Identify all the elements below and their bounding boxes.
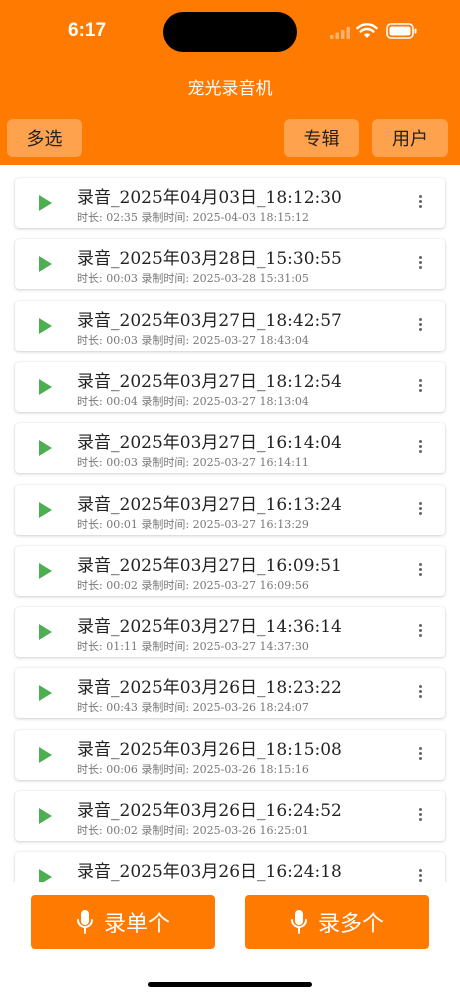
recording-title: 录音_2025年03月26日_18:23:22 <box>77 678 342 699</box>
album-button[interactable]: 专辑 <box>284 119 359 157</box>
recording-title: 录音_2025年03月26日_16:24:52 <box>77 801 342 821</box>
recording-title: 录音_2025年03月28日_15:30:55 <box>77 249 342 270</box>
dynamic-island <box>163 12 297 52</box>
recording-item[interactable]: 录音_2025年03月27日_18:12:54 时长: 00:04 录制时间: 2… <box>15 361 445 412</box>
play-icon[interactable] <box>39 808 52 824</box>
home-indicator <box>148 982 312 987</box>
play-icon[interactable] <box>39 685 52 702</box>
recording-item[interactable]: 录音_2025年03月26日_16:24:52 时长: 00:02 录制时间: 2… <box>15 791 445 841</box>
recording-title: 录音_2025年03月27日_14:36:14 <box>77 617 342 638</box>
more-vertical-icon[interactable] <box>415 745 425 765</box>
app-header: 6:17 宠光录音机 多选 专辑 用户 <box>0 0 460 165</box>
battery-icon <box>386 23 417 39</box>
recording-meta: 时长: 00:06 录制时间: 2025-03-26 18:15:16 <box>77 762 309 776</box>
recording-title: 录音_2025年04月03日_18:12:30 <box>77 188 342 208</box>
recording-title: 录音_2025年03月26日_16:24:18 <box>77 862 342 883</box>
more-vertical-icon[interactable] <box>415 683 425 703</box>
record-multiple-button[interactable]: 录多个 <box>245 895 429 949</box>
recording-meta: 时长: 00:04 录制时间: 2025-03-27 18:13:04 <box>77 394 309 408</box>
play-icon[interactable] <box>39 501 52 518</box>
microphone-icon <box>290 910 307 934</box>
recording-item[interactable]: 录音_2025年03月27日_18:42:57 时长: 00:03 录制时间: 2… <box>15 300 445 351</box>
recording-item[interactable]: 录音_2025年03月26日_18:15:08 时长: 00:06 录制时间: 2… <box>15 729 445 780</box>
status-bar: 6:17 <box>0 0 460 60</box>
play-icon[interactable] <box>39 195 52 211</box>
recording-meta: 时长: 01:11 录制时间: 2025-03-27 14:37:30 <box>77 640 309 654</box>
play-icon[interactable] <box>39 317 52 334</box>
more-vertical-icon[interactable] <box>415 193 425 213</box>
more-vertical-icon[interactable] <box>415 622 425 642</box>
recording-meta: 时长: 00:02 录制时间: 2025-03-27 16:09:56 <box>77 578 309 592</box>
recording-meta: 时长: 00:43 录制时间: 2025-03-26 18:24:07 <box>77 701 309 715</box>
user-button[interactable]: 用户 <box>372 119 448 157</box>
play-icon[interactable] <box>39 440 52 457</box>
recording-item[interactable]: 录音_2025年03月27日_16:09:51 时长: 00:02 录制时间: 2… <box>15 545 445 596</box>
microphone-icon <box>76 910 93 934</box>
more-vertical-icon[interactable] <box>415 316 425 336</box>
record-single-label: 录单个 <box>103 912 170 937</box>
more-vertical-icon[interactable] <box>415 806 425 826</box>
recording-item[interactable]: 录音_2025年03月26日_18:23:22 时长: 00:43 录制时间: 2… <box>15 668 445 719</box>
recording-item[interactable]: 录音_2025年03月27日_16:14:04 时长: 00:03 录制时间: 2… <box>15 423 445 474</box>
recording-item[interactable]: 录音_2025年04月03日_18:12:30 时长: 02:35 录制时间: 2… <box>15 178 445 228</box>
more-vertical-icon[interactable] <box>415 561 425 581</box>
recording-item[interactable]: 录音_2025年03月27日_14:36:14 时长: 01:11 录制时间: 2… <box>15 607 445 658</box>
more-vertical-icon[interactable] <box>415 377 425 397</box>
recording-title: 录音_2025年03月27日_16:14:04 <box>77 433 342 454</box>
play-icon[interactable] <box>39 624 52 641</box>
play-icon[interactable] <box>39 746 52 763</box>
recording-title: 录音_2025年03月26日_18:15:08 <box>77 739 342 760</box>
recording-title: 录音_2025年03月27日_16:13:24 <box>77 494 342 515</box>
recording-meta: 时长: 00:01 录制时间: 2025-03-27 16:13:29 <box>77 517 309 531</box>
play-icon[interactable] <box>39 562 52 579</box>
recording-item[interactable]: 录音_2025年03月27日_16:13:24 时长: 00:01 录制时间: 2… <box>15 484 445 535</box>
recording-title: 录音_2025年03月27日_16:09:51 <box>77 555 342 576</box>
play-icon[interactable] <box>39 256 52 273</box>
recording-meta: 时长: 00:03 录制时间: 2025-03-27 16:14:11 <box>77 456 309 470</box>
recording-title: 录音_2025年03月27日_18:42:57 <box>77 310 342 331</box>
wifi-icon <box>356 23 378 38</box>
cellular-signal-icon <box>330 27 350 39</box>
more-vertical-icon[interactable] <box>415 438 425 458</box>
recording-meta: 时长: 02:35 录制时间: 2025-04-03 18:15:12 <box>77 211 309 224</box>
record-multiple-label: 录多个 <box>317 912 384 937</box>
app-title: 宠光录音机 <box>187 79 273 99</box>
more-vertical-icon[interactable] <box>415 500 425 520</box>
status-time: 6:17 <box>68 20 107 41</box>
more-vertical-icon[interactable] <box>415 254 425 274</box>
bottom-bar: 录单个 录多个 <box>0 882 460 997</box>
recording-title: 录音_2025年03月27日_18:12:54 <box>77 371 342 392</box>
recording-meta: 时长: 00:03 录制时间: 2025-03-28 15:31:05 <box>77 272 309 286</box>
record-single-button[interactable]: 录单个 <box>31 895 215 949</box>
recording-meta: 时长: 00:03 录制时间: 2025-03-27 18:43:04 <box>77 333 309 347</box>
recording-item[interactable]: 录音_2025年03月28日_15:30:55 时长: 00:03 录制时间: 2… <box>15 239 445 290</box>
play-icon[interactable] <box>39 378 52 395</box>
recording-meta: 时长: 00:02 录制时间: 2025-03-26 16:25:01 <box>77 824 309 837</box>
multi-select-button[interactable]: 多选 <box>7 119 82 157</box>
